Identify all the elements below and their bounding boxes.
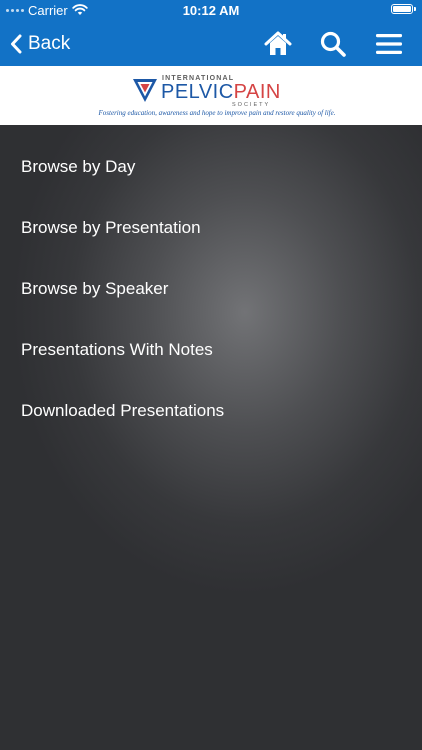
menu-item-browse-by-presentation[interactable]: Browse by Presentation <box>21 218 201 238</box>
search-icon[interactable] <box>319 30 347 58</box>
menu-item-presentations-with-notes[interactable]: Presentations With Notes <box>21 340 213 360</box>
menu-item-downloaded-presentations[interactable]: Downloaded Presentations <box>21 401 224 421</box>
chevron-left-icon <box>11 34 22 54</box>
top-bar: Carrier 10:12 AM Back <box>0 0 422 66</box>
logo-pain: PAIN <box>233 81 281 103</box>
logo-tagline: Fostering education, awareness and hope … <box>98 109 336 117</box>
battery-icon <box>391 4 416 14</box>
nav-bar: Back <box>0 22 422 66</box>
back-label: Back <box>28 33 71 54</box>
back-button[interactable]: Back <box>10 30 70 58</box>
ipps-logo: INTERNATIONAL PELVICPAIN SOCIETY Fosteri… <box>0 66 422 125</box>
menu-icon[interactable] <box>375 30 403 58</box>
logo-banner: INTERNATIONAL PELVICPAIN SOCIETY Fosteri… <box>0 66 422 126</box>
menu-item-browse-by-day[interactable]: Browse by Day <box>21 157 135 177</box>
home-icon[interactable] <box>264 30 292 58</box>
status-bar: Carrier 10:12 AM <box>0 0 422 22</box>
logo-society: SOCIETY <box>232 102 271 108</box>
logo-mark-icon <box>133 79 157 102</box>
status-time: 10:12 AM <box>182 3 240 18</box>
main-content: Browse by Day Browse by Presentation Bro… <box>0 125 422 750</box>
logo-name: PELVICPAIN <box>161 81 281 103</box>
menu-item-browse-by-speaker[interactable]: Browse by Speaker <box>21 279 168 299</box>
logo-pelvic: PELVIC <box>161 81 234 103</box>
